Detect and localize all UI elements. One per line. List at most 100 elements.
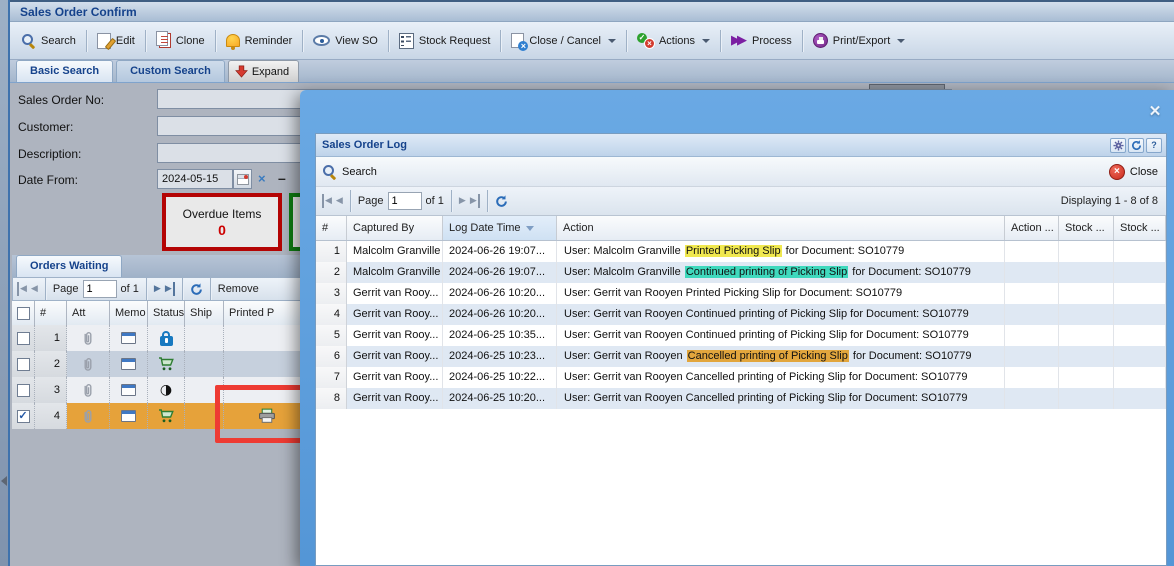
orders-row[interactable]: 1 bbox=[12, 325, 312, 351]
select-all-checkbox[interactable] bbox=[17, 307, 30, 320]
log-row[interactable]: 7Gerrit van Rooy...2024-06-25 10:22...Us… bbox=[316, 367, 1166, 388]
page-number-input[interactable] bbox=[388, 192, 422, 210]
date-minus-button[interactable]: – bbox=[278, 170, 286, 186]
next-page-button[interactable]: ▶ bbox=[154, 282, 161, 296]
grid-cell bbox=[67, 377, 110, 403]
column-header[interactable]: Captured By bbox=[347, 216, 443, 240]
last-page-button[interactable]: ▶ bbox=[165, 282, 175, 296]
column-header[interactable]: # bbox=[316, 216, 347, 240]
grid-cell bbox=[1059, 367, 1114, 388]
close-cancel-button[interactable]: Close / Cancel bbox=[504, 28, 623, 54]
reminder-label: Reminder bbox=[245, 35, 293, 47]
reminder-button[interactable]: Reminder bbox=[219, 28, 300, 54]
tab-custom-search[interactable]: Custom Search bbox=[116, 60, 225, 82]
refresh-icon[interactable] bbox=[190, 283, 203, 296]
process-button[interactable]: ▶▶ Process bbox=[724, 28, 799, 54]
gear-icon[interactable] bbox=[1110, 138, 1126, 153]
grid-cell bbox=[67, 351, 110, 377]
row-number: 3 bbox=[35, 377, 67, 403]
first-page-button[interactable]: ◀ bbox=[322, 194, 332, 208]
grid-cell: 7 bbox=[316, 367, 347, 388]
column-header[interactable]: Stock ... bbox=[1114, 216, 1166, 240]
grid-cell bbox=[110, 351, 148, 377]
prev-page-button[interactable]: ◀ bbox=[31, 282, 38, 296]
log-grid-body: 1Malcolm Granville2024-06-26 19:07...Use… bbox=[316, 241, 1166, 409]
tab-basic-search[interactable]: Basic Search bbox=[16, 60, 113, 82]
column-header[interactable]: Status bbox=[148, 301, 185, 325]
chevron-down-icon bbox=[608, 39, 616, 43]
search-button[interactable]: Search bbox=[14, 28, 83, 54]
memo-icon bbox=[121, 358, 136, 370]
overdue-items-box[interactable]: Overdue Items 0 bbox=[162, 193, 282, 251]
column-header[interactable]: Action bbox=[557, 216, 1005, 240]
log-row[interactable]: 6Gerrit van Rooy...2024-06-25 10:23...Us… bbox=[316, 346, 1166, 367]
column-header[interactable]: Ship bbox=[185, 301, 224, 325]
log-search-button[interactable]: Search bbox=[322, 164, 377, 179]
column-header[interactable]: Log Date Time bbox=[443, 216, 557, 240]
grid-cell bbox=[1005, 346, 1059, 367]
actions-label: Actions bbox=[659, 35, 695, 47]
clone-button[interactable]: Clone bbox=[149, 28, 212, 54]
column-header[interactable]: Stock ... bbox=[1059, 216, 1114, 240]
pager-separator bbox=[350, 190, 351, 212]
refresh-icon[interactable] bbox=[495, 195, 508, 208]
panel-toolbar: Search × Close bbox=[316, 157, 1166, 187]
row-checkbox[interactable] bbox=[17, 332, 30, 345]
expand-button[interactable]: Expand bbox=[228, 60, 299, 82]
view-so-button[interactable]: View SO bbox=[306, 28, 385, 54]
remove-button[interactable]: Remove bbox=[218, 283, 259, 295]
page-number-input[interactable] bbox=[83, 280, 117, 298]
paperclip-icon bbox=[81, 356, 95, 373]
actions-button[interactable]: Actions bbox=[630, 28, 717, 54]
grid-cell bbox=[224, 325, 312, 351]
calendar-icon bbox=[237, 174, 249, 185]
grid-cell bbox=[67, 403, 110, 429]
chevron-down-icon bbox=[702, 39, 710, 43]
clear-date-icon[interactable]: × bbox=[258, 171, 266, 186]
prev-page-button[interactable]: ◀ bbox=[336, 194, 343, 208]
modal-close-icon[interactable]: ✕ bbox=[1146, 103, 1164, 121]
select-all-header[interactable] bbox=[12, 301, 35, 325]
log-row[interactable]: 3Gerrit van Rooy...2024-06-26 10:20...Us… bbox=[316, 283, 1166, 304]
grid-cell bbox=[1005, 304, 1059, 325]
log-row[interactable]: 8Gerrit van Rooy...2024-06-25 10:20...Us… bbox=[316, 388, 1166, 409]
last-page-button[interactable]: ▶ bbox=[470, 194, 480, 208]
grid-cell bbox=[110, 403, 148, 429]
log-row[interactable]: 1Malcolm Granville2024-06-26 19:07...Use… bbox=[316, 241, 1166, 262]
paperclip-icon bbox=[81, 382, 95, 399]
grid-cell: User: Gerrit van Rooyen Cancelled printi… bbox=[557, 388, 1005, 409]
row-checkbox[interactable] bbox=[17, 384, 30, 397]
edit-button[interactable]: Edit bbox=[90, 28, 142, 54]
row-checkbox[interactable] bbox=[17, 358, 30, 371]
row-checkbox[interactable]: ✓ bbox=[17, 410, 30, 423]
annotation-highlight-box bbox=[215, 385, 305, 443]
log-row[interactable]: 2Malcolm Granville2024-06-26 19:07...Use… bbox=[316, 262, 1166, 283]
grid-cell bbox=[110, 377, 148, 403]
column-header[interactable]: Action ... bbox=[1005, 216, 1059, 240]
date-picker-button[interactable] bbox=[233, 169, 252, 189]
grid-cell: User: Malcolm Granville Continued printi… bbox=[557, 262, 1005, 283]
date-from-input[interactable] bbox=[157, 169, 233, 189]
grid-cell bbox=[1059, 346, 1114, 367]
sales-order-log-modal: ✕ Sales Order Log ? Search bbox=[300, 90, 1174, 566]
orders-row[interactable]: 2 bbox=[12, 351, 312, 377]
log-row[interactable]: 4Gerrit van Rooy...2024-06-26 10:20...Us… bbox=[316, 304, 1166, 325]
column-header[interactable]: Memo bbox=[110, 301, 148, 325]
log-close-button[interactable]: × Close bbox=[1109, 164, 1158, 180]
print-export-button[interactable]: Print/Export bbox=[806, 28, 912, 54]
next-page-button[interactable]: ▶ bbox=[459, 194, 466, 208]
overdue-items-label: Overdue Items bbox=[183, 207, 262, 221]
log-row[interactable]: 5Gerrit van Rooy...2024-06-25 10:35...Us… bbox=[316, 325, 1166, 346]
pager-separator bbox=[451, 190, 452, 212]
stock-request-button[interactable]: Stock Request bbox=[392, 28, 498, 54]
column-header[interactable]: # bbox=[35, 301, 67, 325]
grid-cell bbox=[1114, 367, 1166, 388]
first-page-button[interactable]: ◀ bbox=[17, 282, 27, 296]
column-header[interactable]: Att bbox=[67, 301, 110, 325]
refresh-icon[interactable] bbox=[1128, 138, 1144, 153]
column-header[interactable]: Printed P bbox=[224, 301, 312, 325]
help-icon[interactable]: ? bbox=[1146, 138, 1162, 153]
collapse-left-icon[interactable] bbox=[1, 476, 7, 486]
tab-orders-waiting[interactable]: Orders Waiting bbox=[16, 255, 122, 277]
grid-cell: 5 bbox=[316, 325, 347, 346]
